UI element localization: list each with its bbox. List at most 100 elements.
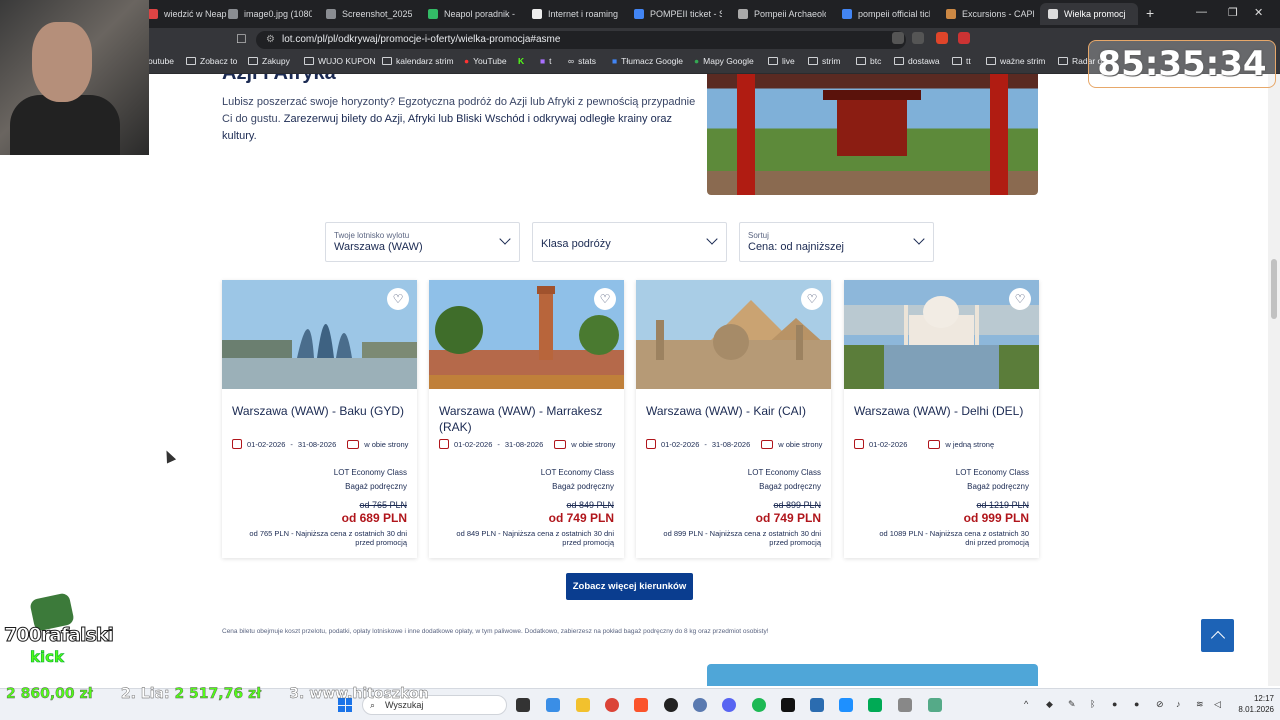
tray-app-icon[interactable]: ●	[1134, 699, 1139, 709]
sort-select[interactable]: Sortuj Cena: od najniższej	[739, 222, 934, 262]
airport-select[interactable]: Twoje lotnisko wylotu Warszawa (WAW)	[325, 222, 520, 262]
tray-app-icon[interactable]: ◆	[1046, 699, 1053, 710]
volume-icon[interactable]: ◁	[1214, 699, 1221, 710]
class-select[interactable]: Klasa podróży	[532, 222, 727, 262]
favorite-heart-icon[interactable]: ♡	[1009, 288, 1031, 310]
browser-tab[interactable]: pompeii official tick	[834, 3, 930, 25]
scroll-to-top-button[interactable]	[1201, 619, 1234, 652]
new-tab-icon[interactable]: +	[1146, 5, 1154, 21]
offer-card[interactable]: ♡ Warszawa (WAW) - Delhi (DEL) 01-02-202…	[844, 280, 1039, 558]
favorite-heart-icon[interactable]: ♡	[801, 288, 823, 310]
maximize-icon[interactable]: ❐	[1228, 6, 1238, 19]
address-bar[interactable]: ⚙ lot.com/pl/pl/odkrywaj/promocje-i-ofert…	[256, 31, 906, 49]
route-title: Warszawa (WAW) - Marrakesz (RAK)	[439, 404, 603, 434]
calendar-icon	[232, 439, 242, 449]
tray-app-icon[interactable]: ●	[1112, 699, 1117, 709]
favorite-heart-icon[interactable]: ♡	[387, 288, 409, 310]
app-icon[interactable]	[868, 698, 882, 712]
alert-extension-icon[interactable]	[958, 32, 970, 44]
minimize-icon[interactable]: —	[1196, 6, 1207, 18]
translate-icon[interactable]	[892, 32, 904, 44]
browser-tab[interactable]: Excursions - CAPRI	[938, 3, 1034, 25]
browser-tab[interactable]: Neapol poradnik -	[420, 3, 516, 25]
browser-tab[interactable]: image0.jpg (1080×	[220, 3, 312, 25]
app-icon[interactable]	[839, 698, 853, 712]
bookmark-item[interactable]: WUJO KUPON	[304, 56, 376, 66]
route-title: Warszawa (WAW) - Baku (GYD)	[232, 404, 405, 418]
discord-icon[interactable]	[722, 698, 736, 712]
bookmark-item[interactable]: Zobacz to	[186, 56, 237, 66]
app-icon[interactable]	[928, 698, 942, 712]
spotify-icon[interactable]	[752, 698, 766, 712]
calendar-icon	[439, 439, 449, 449]
app-icon[interactable]	[898, 698, 912, 712]
bookmark-icon[interactable]: ☐	[236, 32, 247, 46]
site-info-icon[interactable]: ⚙	[266, 31, 275, 49]
folder-icon	[768, 57, 778, 65]
browser-tab[interactable]: POMPEII ticket - Sa	[626, 3, 722, 25]
pen-icon[interactable]: ✎	[1068, 699, 1076, 710]
bookmark-item[interactable]: outube	[148, 56, 174, 66]
bookmark-item[interactable]: K	[518, 56, 524, 66]
folder-icon	[986, 57, 996, 65]
browser-tab[interactable]: Screenshot_202512	[318, 3, 412, 25]
browser-tab[interactable]: Pompeii Archaeolog	[730, 3, 826, 25]
system-clock[interactable]: 12:17 8.01.2026	[1228, 693, 1274, 715]
app-icon[interactable]	[693, 698, 707, 712]
browser-tab[interactable]: wiedzić w Neap	[140, 3, 228, 25]
youtube-icon: ●	[464, 56, 470, 66]
price-note: od 765 PLN - Najniższa cena z ostatnich …	[249, 529, 407, 547]
ticket-icon	[928, 439, 941, 449]
share-icon[interactable]	[912, 32, 924, 44]
bookmark-item[interactable]: ● Mapy Google	[694, 56, 754, 66]
file-explorer-icon[interactable]	[576, 698, 590, 712]
folder-icon	[894, 57, 904, 65]
more-destinations-button[interactable]: Zobacz więcej kierunków	[566, 573, 693, 600]
date-range: 01-02-2026-31-08-2026 w obie strony	[232, 439, 408, 449]
promo-price: od 749 PLN	[548, 511, 614, 525]
bookmark-item[interactable]: Zakupy	[248, 56, 290, 66]
maps-icon: ●	[694, 56, 700, 66]
offer-card[interactable]: ♡ Warszawa (WAW) - Baku (GYD) 01-02-2026…	[222, 280, 417, 558]
bookmark-item[interactable]: btc	[856, 56, 881, 66]
folder-icon	[304, 57, 314, 65]
promo-price: od 999 PLN	[963, 511, 1029, 525]
page-scrollbar[interactable]	[1268, 74, 1280, 686]
photos-icon[interactable]	[546, 698, 560, 712]
microphone-icon[interactable]: ♪	[1176, 699, 1181, 709]
bookmark-item[interactable]: live	[768, 56, 795, 66]
close-window-icon[interactable]: ✕	[1254, 6, 1263, 19]
obs-icon[interactable]	[664, 698, 678, 712]
bookmark-item[interactable]: ● YouTube	[464, 56, 507, 66]
favorite-heart-icon[interactable]: ♡	[594, 288, 616, 310]
bookmark-item[interactable]: kalendarz strim	[382, 56, 454, 66]
page-content: Azji i Afryka Lubisz poszerzać swoje hor…	[0, 74, 1268, 686]
folder-icon	[248, 57, 258, 65]
chrome-icon[interactable]	[605, 698, 619, 712]
donation-ticker: 2 860,00 zł 2. Lia: 2 517,76 zł 3. www.h…	[6, 686, 429, 702]
brave-icon[interactable]	[634, 698, 648, 712]
wifi-icon[interactable]: ≋	[1196, 699, 1204, 710]
tab-favicon-icon	[532, 9, 542, 19]
ticket-icon	[761, 439, 774, 449]
offer-card[interactable]: ♡ Warszawa (WAW) - Marrakesz (RAK) 01-02…	[429, 280, 624, 558]
bookmark-item[interactable]: ■ t	[540, 56, 552, 66]
chevron-up-icon[interactable]: ^	[1024, 699, 1028, 709]
bookmark-item[interactable]: ∞ stats	[568, 56, 596, 66]
browser-tab-active[interactable]: Wielka promocj✕	[1040, 3, 1138, 25]
bookmark-item[interactable]: dostawa	[894, 56, 940, 66]
app-icon[interactable]	[810, 698, 824, 712]
brave-shield-icon[interactable]	[936, 32, 948, 44]
bluetooth-icon[interactable]: ᛒ	[1090, 699, 1095, 709]
game-icon[interactable]	[781, 698, 795, 712]
scrollbar-thumb[interactable]	[1271, 259, 1277, 319]
bookmark-item[interactable]: strim	[808, 56, 840, 66]
offer-card[interactable]: ♡ Warszawa (WAW) - Kair (CAI) 01-02-2026…	[636, 280, 831, 558]
browser-tab[interactable]: Internet i roaming	[524, 3, 620, 25]
bookmark-item[interactable]: ważne strim	[986, 56, 1045, 66]
task-view-icon[interactable]	[516, 698, 530, 712]
route-title: Warszawa (WAW) - Delhi (DEL)	[854, 404, 1024, 418]
bookmark-item[interactable]: tt	[952, 56, 971, 66]
network-icon[interactable]: ⊘	[1156, 699, 1164, 710]
bookmark-item[interactable]: ■ Tłumacz Google	[612, 56, 683, 66]
